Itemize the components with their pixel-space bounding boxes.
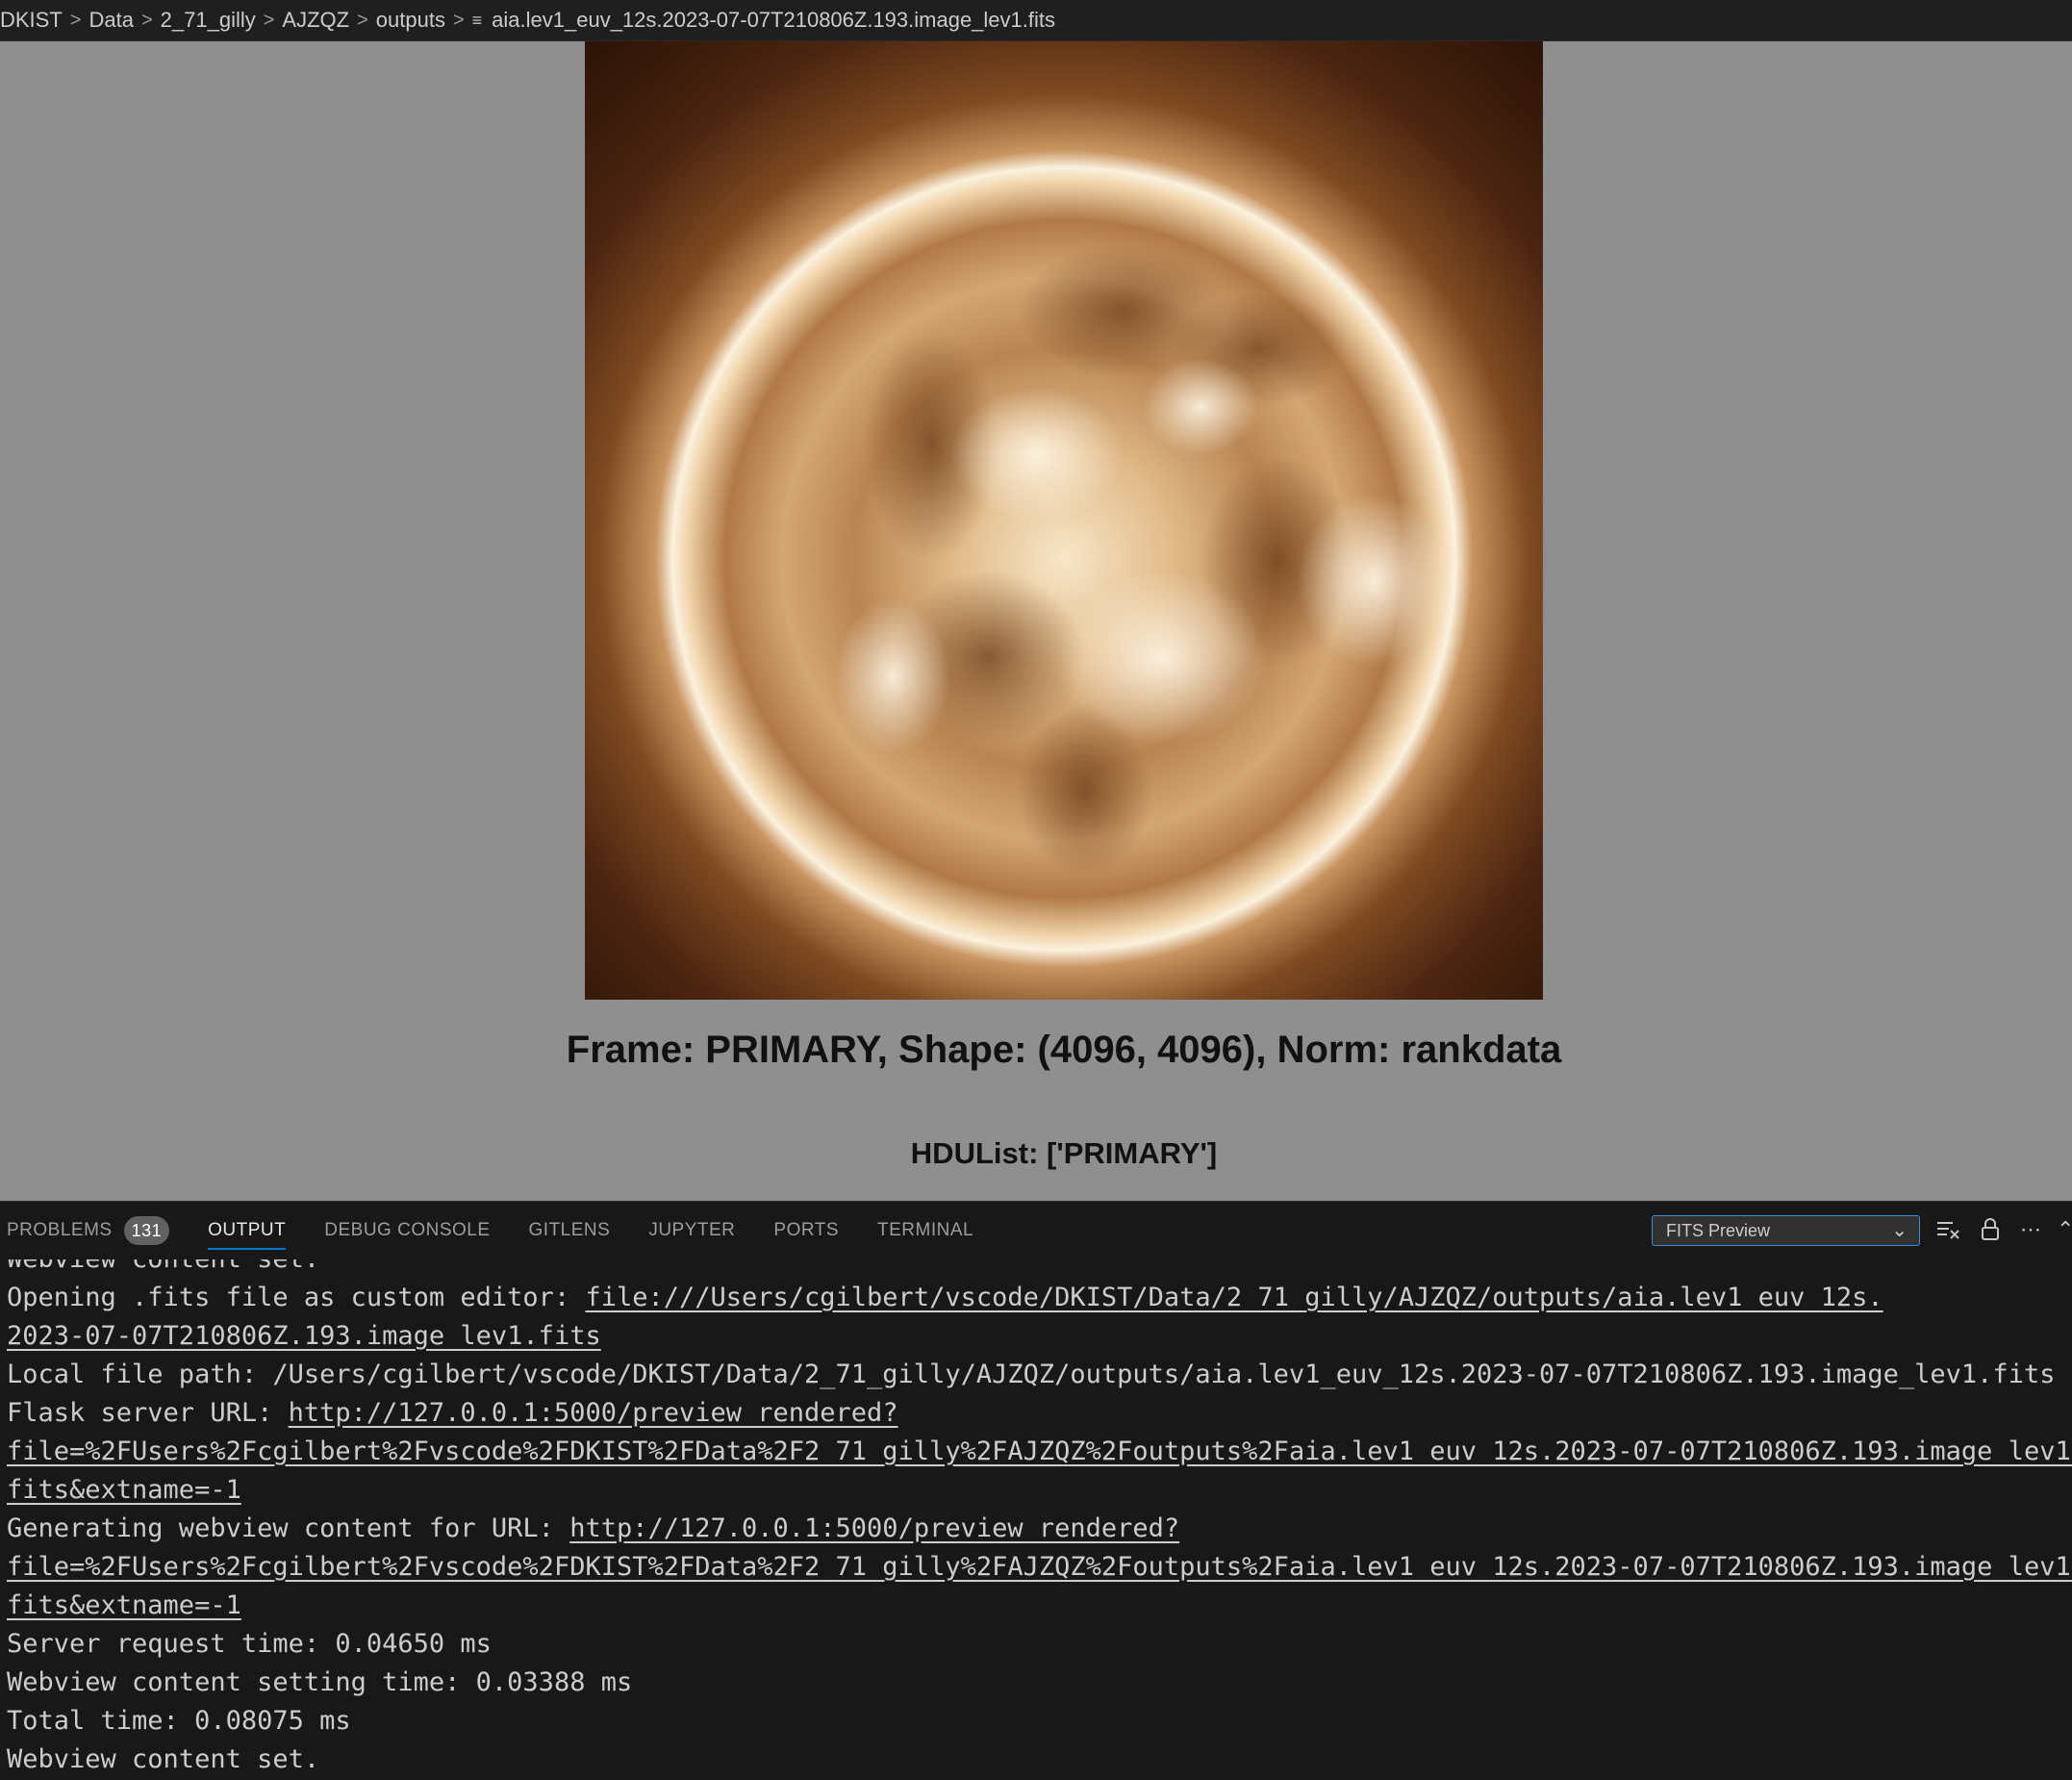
output-line: file=%2FUsers%2Fcgilbert%2Fvscode%2FDKIS… <box>7 1548 2072 1587</box>
output-line-link[interactable]: fits&extname=-1 <box>7 1590 241 1620</box>
output-line: Generating webview content for URL: http… <box>7 1510 2072 1548</box>
output-line-link[interactable]: fits&extname=-1 <box>7 1475 241 1505</box>
tab-gitlens-label: GITLENS <box>528 1220 611 1240</box>
tab-terminal-label: TERMINAL <box>877 1220 974 1240</box>
output-line: file=%2FUsers%2Fcgilbert%2Fvscode%2FDKIS… <box>7 1433 2072 1471</box>
breadcrumb-separator: > <box>452 9 465 31</box>
output-line-link[interactable]: file=%2FUsers%2Fcgilbert%2Fvscode%2FDKIS… <box>7 1552 2072 1582</box>
file-icon: ≡ <box>471 10 483 30</box>
output-line-link[interactable]: http://127.0.0.1:5000/preview_rendered? <box>289 1398 898 1428</box>
output-line-text: Local file path: /Users/cgilbert/vscode/… <box>7 1360 2056 1389</box>
maximize-icon[interactable]: ⌃ <box>2057 1215 2072 1244</box>
output-line-text: Server request time: 0.04650 ms <box>7 1629 492 1659</box>
output-line: Total time: 0.08075 ms <box>7 1702 2072 1741</box>
output-lines: Webview content set. Opening .fits file a… <box>7 1259 2072 1779</box>
output-channel-value: FITS Preview <box>1666 1220 1771 1240</box>
output-line: fits&extname=-1 <box>7 1471 2072 1510</box>
output-line-link[interactable]: file=%2FUsers%2Fcgilbert%2Fvscode%2FDKIS… <box>7 1437 2072 1466</box>
tab-jupyter[interactable]: JUPYTER <box>629 1202 754 1259</box>
breadcrumb-separator: > <box>69 9 82 31</box>
bottom-panel: PROBLEMS 131 OUTPUT DEBUG CONSOLE GITLEN… <box>0 1201 2072 1780</box>
output-line: Opening .fits file as custom editor: fil… <box>7 1279 2072 1317</box>
solar-image-texture <box>835 243 1451 878</box>
output-line: Webview content set. <box>7 1259 2072 1279</box>
frame-title: Frame: PRIMARY, Shape: (4096, 4096), Nor… <box>566 1029 1562 1071</box>
hdu-list-title: HDUList: ['PRIMARY'] <box>910 1136 1218 1170</box>
clear-output-icon[interactable] <box>1933 1215 1962 1244</box>
output-line-link[interactable]: file:///Users/cgilbert/vscode/DKIST/Data… <box>585 1283 1882 1312</box>
output-line-text: Webview content set. <box>7 1259 319 1274</box>
output-line: Webview content set. <box>7 1741 2072 1779</box>
output-line-text: Total time: 0.08075 ms <box>7 1706 351 1736</box>
solar-image <box>585 41 1543 1000</box>
more-actions-icon[interactable]: ⋯ <box>2016 1215 2045 1244</box>
output-line-text: Webview content set. <box>7 1744 320 1774</box>
output-line: Flask server URL: http://127.0.0.1:5000/… <box>7 1394 2072 1433</box>
breadcrumb-item-file[interactable]: aia.lev1_euv_12s.2023-07-07T210806Z.193.… <box>492 8 1055 33</box>
breadcrumb-item-ajzqz[interactable]: AJZQZ <box>282 8 349 33</box>
tab-ports-label: PORTS <box>773 1220 840 1240</box>
chevron-down-icon: ⌄ <box>1891 1220 1908 1241</box>
output-line: 2023-07-07T210806Z.193.image_lev1.fits <box>7 1317 2072 1356</box>
tab-output-label: OUTPUT <box>208 1220 287 1240</box>
breadcrumb-separator: > <box>263 9 275 31</box>
output-line: Server request time: 0.04650 ms <box>7 1625 2072 1664</box>
tab-debug-console[interactable]: DEBUG CONSOLE <box>305 1202 509 1259</box>
output-line-text: Generating webview content for URL: <box>7 1513 570 1543</box>
breadcrumb-item-outputs[interactable]: outputs <box>376 8 445 33</box>
tab-problems-label: PROBLEMS <box>7 1220 113 1240</box>
output-line: fits&extname=-1 <box>7 1587 2072 1625</box>
output-channel-select[interactable]: FITS Preview ⌄ <box>1652 1215 1920 1246</box>
tab-debug-console-label: DEBUG CONSOLE <box>324 1220 491 1240</box>
output-line-text: Webview content setting time: 0.03388 ms <box>7 1667 633 1697</box>
output-line-link[interactable]: http://127.0.0.1:5000/preview_rendered? <box>569 1513 1179 1543</box>
tab-jupyter-label: JUPYTER <box>648 1220 736 1240</box>
output-line-text: Flask server URL: <box>7 1398 289 1428</box>
output-line-text: Opening .fits file as custom editor: <box>7 1283 586 1312</box>
breadcrumb-separator: > <box>357 9 368 31</box>
breadcrumb: DKIST > Data > 2_71_gilly > AJZQZ > outp… <box>0 0 2072 41</box>
output-line: Webview content setting time: 0.03388 ms <box>7 1664 2072 1702</box>
breadcrumb-item-data[interactable]: Data <box>88 8 133 33</box>
tab-terminal[interactable]: TERMINAL <box>858 1202 993 1259</box>
fits-preview-webview: Frame: PRIMARY, Shape: (4096, 4096), Nor… <box>0 41 2072 1201</box>
output-line: Local file path: /Users/cgilbert/vscode/… <box>7 1356 2072 1394</box>
output-log[interactable]: Webview content set. Opening .fits file a… <box>0 1259 2072 1780</box>
tab-ports[interactable]: PORTS <box>754 1202 858 1259</box>
breadcrumb-item-2-71-gilly[interactable]: 2_71_gilly <box>161 8 256 33</box>
breadcrumb-item-dkist[interactable]: DKIST <box>0 8 63 33</box>
tab-output[interactable]: OUTPUT <box>189 1202 305 1259</box>
breadcrumb-separator: > <box>140 9 153 31</box>
problems-count-badge: 131 <box>123 1216 170 1245</box>
tab-problems[interactable]: PROBLEMS 131 <box>0 1202 189 1259</box>
tab-gitlens[interactable]: GITLENS <box>510 1202 630 1259</box>
output-line-link[interactable]: 2023-07-07T210806Z.193.image_lev1.fits <box>7 1321 601 1351</box>
lock-icon[interactable] <box>1976 1215 2005 1244</box>
